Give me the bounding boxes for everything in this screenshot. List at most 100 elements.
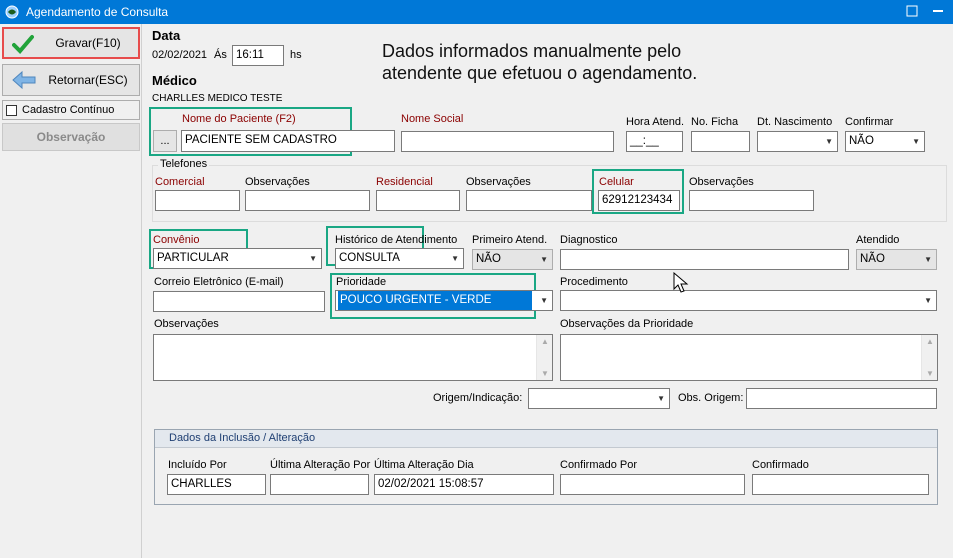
celular-label: Celular bbox=[599, 176, 634, 188]
scroll-down-icon[interactable]: ▼ bbox=[541, 369, 549, 378]
residencial-label: Residencial bbox=[376, 176, 433, 188]
ult-por-input[interactable] bbox=[270, 474, 369, 495]
obs-textarea[interactable]: ▲ ▼ bbox=[153, 334, 553, 381]
confirmar-label: Confirmar bbox=[845, 116, 894, 128]
obs-origem-input[interactable] bbox=[746, 388, 937, 409]
confirmado-label: Confirmado bbox=[752, 459, 809, 471]
email-input[interactable] bbox=[153, 291, 325, 312]
time-input[interactable]: 16:11 bbox=[232, 45, 284, 66]
chevron-down-icon: ▼ bbox=[924, 296, 932, 305]
left-panel: Gravar(F10) Retornar(ESC) Cadastro Contí… bbox=[0, 24, 142, 558]
obs1-input[interactable] bbox=[245, 190, 370, 211]
ult-dia-input[interactable]: 02/02/2021 15:08:57 bbox=[374, 474, 554, 495]
back-label: Retornar(ESC) bbox=[48, 73, 128, 87]
email-label: Correio Eletrônico (E-mail) bbox=[154, 276, 284, 288]
obs3-label: Observações bbox=[689, 176, 754, 188]
diagnostico-input[interactable] bbox=[560, 249, 849, 270]
save-button[interactable]: Gravar(F10) bbox=[2, 27, 140, 59]
prioridade-value: POUCO URGENTE - VERDE bbox=[338, 291, 532, 310]
chevron-down-icon: ▼ bbox=[924, 255, 932, 264]
comercial-label: Comercial bbox=[155, 176, 205, 188]
inclusao-group-label: Dados da Inclusão / Alteração bbox=[155, 430, 937, 448]
nasc-select[interactable]: ▼ bbox=[757, 131, 838, 152]
chevron-down-icon: ▼ bbox=[540, 296, 548, 305]
obs-prioridade-scrollbar[interactable]: ▲ ▼ bbox=[921, 335, 937, 380]
atendido-label: Atendido bbox=[856, 234, 900, 246]
annotation-text: Dados informados manualmente pelo atende… bbox=[382, 41, 698, 83]
convenio-value: PARTICULAR bbox=[157, 252, 229, 264]
as-label: Ás bbox=[214, 49, 227, 61]
historico-select[interactable]: CONSULTA ▼ bbox=[335, 248, 464, 269]
ult-por-label: Última Alteração Por bbox=[270, 459, 371, 471]
hs-label: hs bbox=[290, 49, 302, 61]
diagnostico-label: Diagnostico bbox=[560, 234, 618, 246]
app-icon bbox=[5, 5, 19, 19]
confirmar-select[interactable]: NÃO ▼ bbox=[845, 131, 925, 152]
ult-dia-label: Última Alteração Dia bbox=[374, 459, 474, 471]
chevron-down-icon: ▼ bbox=[825, 137, 833, 146]
procedimento-label: Procedimento bbox=[560, 276, 628, 288]
obs-prioridade-label: Observações da Prioridade bbox=[560, 318, 694, 330]
historico-value: CONSULTA bbox=[339, 252, 400, 264]
patient-name-input[interactable]: PACIENTE SEM CADASTRO bbox=[181, 130, 395, 152]
origem-select[interactable]: ▼ bbox=[528, 388, 670, 409]
observation-button[interactable]: Observação bbox=[2, 123, 140, 151]
close-icon[interactable] bbox=[931, 4, 945, 18]
obs3-input[interactable] bbox=[689, 190, 814, 211]
scroll-up-icon[interactable]: ▲ bbox=[926, 337, 934, 346]
continuous-checkbox-row[interactable]: Cadastro Contínuo bbox=[2, 100, 140, 120]
primeiro-select[interactable]: NÃO ▼ bbox=[472, 249, 553, 270]
obs-scrollbar[interactable]: ▲ ▼ bbox=[536, 335, 552, 380]
window-title: Agendamento de Consulta bbox=[26, 5, 169, 19]
scroll-down-icon[interactable]: ▼ bbox=[926, 369, 934, 378]
patient-lookup-button[interactable]: ... bbox=[153, 130, 177, 152]
atendido-select[interactable]: NÃO ▼ bbox=[856, 249, 937, 270]
conf-por-input[interactable] bbox=[560, 474, 745, 495]
back-button[interactable]: Retornar(ESC) bbox=[2, 64, 140, 96]
phones-group-label: Telefones bbox=[158, 158, 210, 170]
obs-label: Observações bbox=[154, 318, 219, 330]
residencial-input[interactable] bbox=[376, 190, 460, 211]
medico-value: CHARLLES MEDICO TESTE bbox=[152, 93, 283, 104]
procedimento-select[interactable]: ▼ bbox=[560, 290, 937, 311]
confirmar-value: NÃO bbox=[849, 135, 874, 147]
conf-por-label: Confirmado Por bbox=[560, 459, 638, 471]
ficha-input[interactable] bbox=[691, 131, 750, 152]
incluido-input[interactable]: CHARLLES bbox=[167, 474, 266, 495]
mouse-cursor-icon bbox=[673, 272, 689, 293]
hora-input[interactable]: __:__ bbox=[626, 131, 683, 152]
social-name-label: Nome Social bbox=[401, 113, 464, 125]
minimize-icon[interactable] bbox=[905, 4, 919, 18]
social-name-input[interactable] bbox=[401, 131, 614, 152]
prioridade-select[interactable]: POUCO URGENTE - VERDE ▼ bbox=[335, 290, 553, 311]
convenio-select[interactable]: PARTICULAR ▼ bbox=[153, 248, 322, 269]
historico-label: Histórico de Atendimento bbox=[335, 234, 458, 246]
origem-label: Origem/Indicação: bbox=[433, 392, 523, 404]
patient-name-label: Nome do Paciente (F2) bbox=[182, 113, 296, 125]
nasc-label: Dt. Nascimento bbox=[757, 116, 833, 128]
date-value: 02/02/2021 bbox=[152, 49, 208, 61]
date-heading: Data bbox=[152, 28, 181, 43]
scroll-up-icon[interactable]: ▲ bbox=[541, 337, 549, 346]
medico-heading: Médico bbox=[152, 73, 197, 88]
chevron-down-icon: ▼ bbox=[657, 394, 665, 403]
comercial-input[interactable] bbox=[155, 190, 240, 211]
continuous-checkbox[interactable] bbox=[6, 104, 17, 116]
atendido-value: NÃO bbox=[860, 253, 885, 265]
ficha-label: No. Ficha bbox=[691, 116, 739, 128]
continuous-label: Cadastro Contínuo bbox=[22, 104, 115, 116]
chevron-down-icon: ▼ bbox=[451, 254, 459, 263]
save-label: Gravar(F10) bbox=[55, 36, 121, 50]
title-bar: Agendamento de Consulta bbox=[0, 0, 953, 24]
chevron-down-icon: ▼ bbox=[912, 137, 920, 146]
obs1-label: Observações bbox=[245, 176, 310, 188]
obs2-input[interactable] bbox=[466, 190, 592, 211]
primeiro-value: NÃO bbox=[476, 253, 501, 265]
obs2-label: Observações bbox=[466, 176, 531, 188]
primeiro-label: Primeiro Atend. bbox=[472, 234, 548, 246]
obs-prioridade-textarea[interactable]: ▲ ▼ bbox=[560, 334, 938, 381]
arrow-left-icon bbox=[12, 70, 36, 90]
chevron-down-icon: ▼ bbox=[540, 255, 548, 264]
celular-input[interactable]: 62912123434 bbox=[598, 190, 680, 211]
confirmado-input[interactable] bbox=[752, 474, 929, 495]
